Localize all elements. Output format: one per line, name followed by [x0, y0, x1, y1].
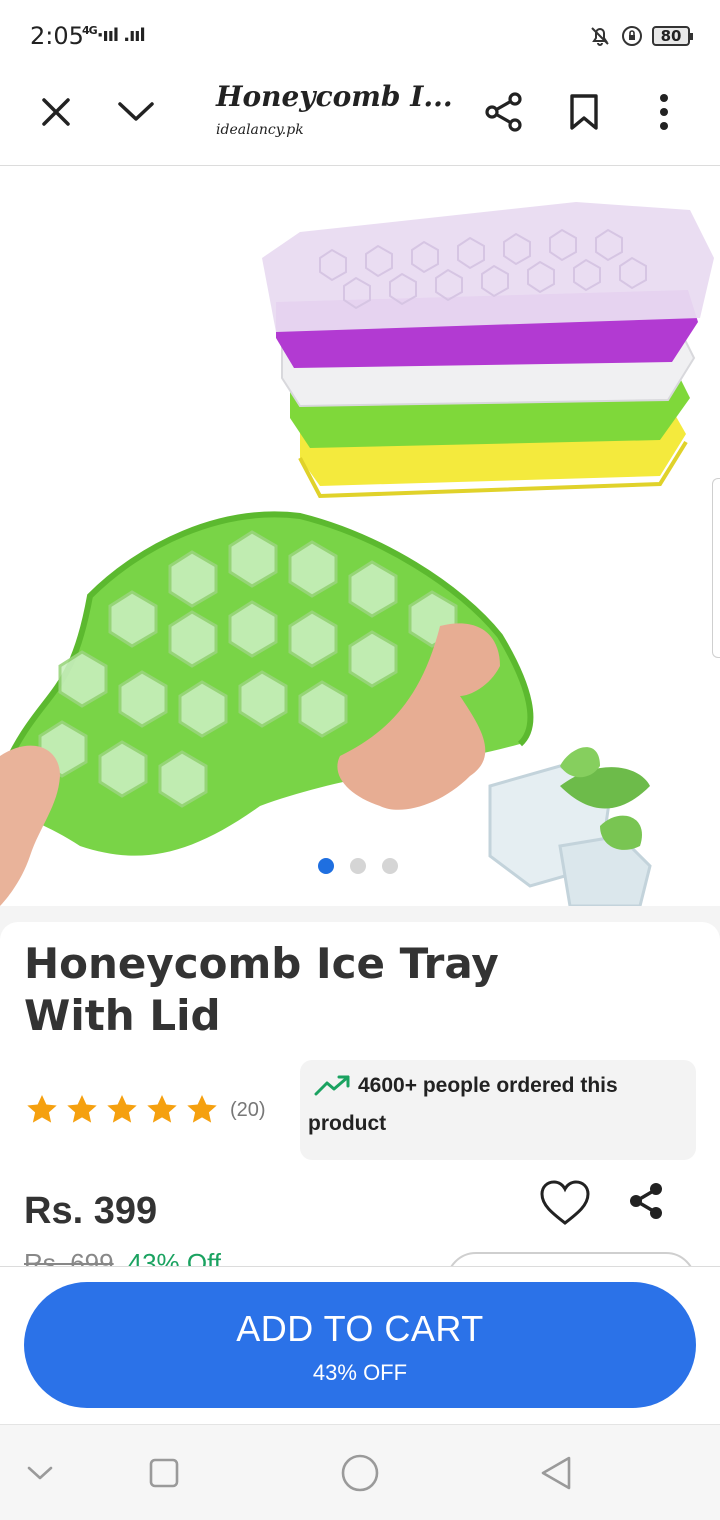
orders-text-continued: product: [308, 1112, 387, 1135]
discount-label: 43% Off: [127, 1248, 222, 1266]
scroll-handle[interactable]: [712, 478, 720, 658]
divider: [0, 1266, 720, 1267]
add-to-cart-button[interactable]: ADD TO CART 43% OFF: [24, 1282, 696, 1408]
star-icon: [27, 1095, 57, 1123]
rating-count: (20): [230, 1098, 266, 1121]
app-screen: 2:05 4G·ııl .ııl 80 Honeycomb I... ideal…: [0, 0, 720, 1520]
details-card: Honeycomb Ice Tray With Lid (20) 4600+ p…: [0, 922, 720, 1312]
carousel-dots: [318, 858, 398, 874]
carousel-dot-2[interactable]: [350, 858, 366, 874]
stacked-trays: [262, 202, 714, 499]
original-price: Rs. 699: [24, 1248, 114, 1266]
signal-strength: 4G·ııl .ııl: [82, 24, 146, 46]
old-price-row: Rs. 699 43% Off: [24, 1248, 221, 1266]
trending-up-icon: [314, 1075, 350, 1096]
more-vertical-icon[interactable]: [640, 88, 688, 136]
browser-header: Honeycomb I... idealancy.pk: [0, 72, 720, 166]
add-to-cart-label: ADD TO CART: [236, 1308, 484, 1349]
product-price: Rs. 399: [24, 1190, 158, 1232]
rotation-lock-icon: [622, 26, 642, 46]
product-details: Honeycomb Ice Tray With Lid (20) 4600+ p…: [0, 906, 720, 1312]
share-icon: [630, 1183, 662, 1219]
battery-indicator: 80: [652, 26, 693, 46]
bookmark-icon[interactable]: [560, 88, 608, 136]
status-time: 2:05: [30, 22, 84, 50]
wishlist-button[interactable]: [538, 1178, 592, 1228]
system-nav-bar: [0, 1424, 720, 1520]
page-title[interactable]: Honeycomb I...: [216, 80, 453, 113]
nav-down-icon[interactable]: [18, 1451, 62, 1495]
back-icon[interactable]: [534, 1451, 578, 1495]
star-icon: [107, 1095, 137, 1123]
product-rating[interactable]: (20): [24, 1092, 266, 1128]
carousel-dot-1[interactable]: [318, 858, 334, 874]
cart-bar: ADD TO CART 43% OFF: [0, 1266, 720, 1424]
signal-bars: ·ııl .ııl: [96, 25, 146, 46]
star-icon: [67, 1095, 97, 1123]
page-url[interactable]: idealancy.pk: [216, 122, 304, 138]
share-icon[interactable]: [480, 88, 528, 136]
product-image[interactable]: [0, 166, 720, 906]
recent-apps-icon[interactable]: [142, 1451, 186, 1495]
star-icon: [187, 1095, 217, 1123]
network-type: 4G: [82, 24, 98, 37]
add-to-cart-discount: 43% OFF: [312, 1360, 408, 1385]
chevron-down-icon[interactable]: [112, 88, 160, 136]
product-title: Honeycomb Ice Tray With Lid: [24, 939, 499, 1040]
status-bar: 2:05 4G·ııl .ııl 80: [0, 0, 720, 72]
star-icon: [147, 1095, 177, 1123]
heart-icon: [540, 1180, 590, 1225]
carousel-dot-3[interactable]: [382, 858, 398, 874]
orders-text: 4600+ people ordered this: [358, 1074, 618, 1097]
home-icon[interactable]: [338, 1451, 382, 1495]
close-icon[interactable]: [32, 88, 80, 136]
product-photo: [0, 202, 714, 906]
product-share-button[interactable]: [626, 1180, 668, 1222]
notification-mute-icon: [591, 27, 609, 46]
status-indicators: 80: [588, 24, 693, 48]
orders-badge: 4600+ people ordered this product: [300, 1060, 696, 1160]
